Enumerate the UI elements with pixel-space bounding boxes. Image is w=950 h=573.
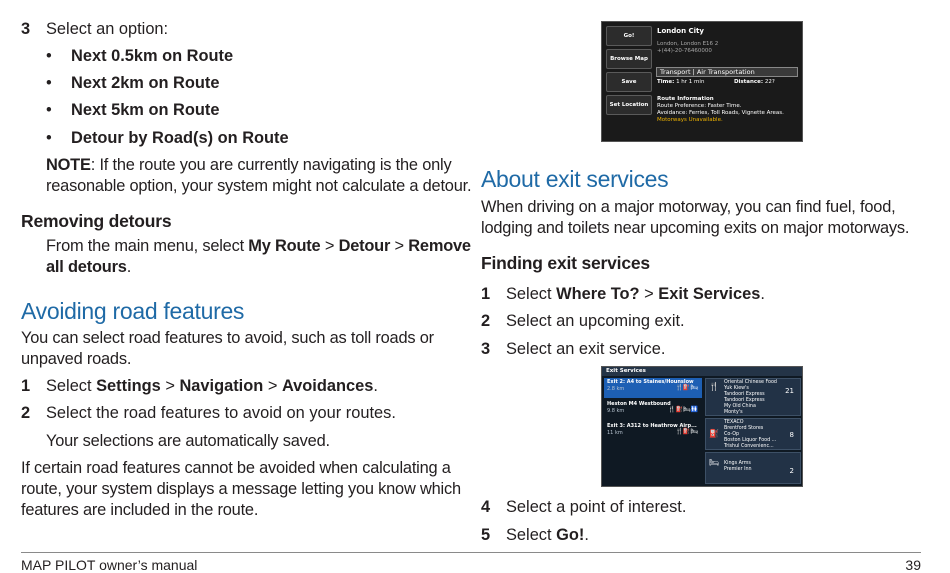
- exit-item[interactable]: Exit 2: A4 to Staines/Hounslow 2.8 km 🍴⛽…: [604, 378, 702, 398]
- about-exit-services-text: When driving on a major motorway, you ca…: [481, 198, 910, 237]
- note-paragraph: NOTE: If the route you are currently nav…: [46, 156, 472, 195]
- browse-map-button[interactable]: Browse Map: [606, 49, 652, 69]
- fuel-pump-icon: ⛽: [709, 429, 719, 438]
- location-phone: +(44)-20-76460000: [657, 48, 712, 54]
- exit-services-header: Exit Services: [602, 367, 802, 376]
- manual-title: MAP PILOT owner’s manual: [21, 557, 198, 573]
- time-distance: Time: 1 hr 1 min Distance: 22?: [657, 79, 775, 85]
- heading-finding-exit-services: Finding exit services: [481, 253, 650, 273]
- food-count: 21: [785, 387, 794, 395]
- exit-amenity-icons: 🍴⛽🛏: [675, 428, 698, 435]
- fuel-service-group[interactable]: ⛽ TEXACO Brentford Stores Co-Op Boston L…: [705, 418, 801, 450]
- exit-services-screenshot: Exit Services Exit 2: A4 to Staines/Houn…: [601, 366, 803, 487]
- page-footer: MAP PILOT owner’s manual 39: [21, 552, 921, 573]
- save-button[interactable]: Save: [606, 72, 652, 92]
- fuel-count: 8: [789, 431, 794, 439]
- exit-item[interactable]: Heston M4 Westbound 9.8 km 🍴⛽🛏🚻: [604, 400, 702, 420]
- location-details-screenshot: Go! Browse Map Save Set Location London …: [601, 21, 803, 142]
- avoiding-outro: If certain road features cannot be avoid…: [21, 459, 461, 519]
- location-name: London City: [657, 27, 704, 35]
- food-service-group[interactable]: 🍴 Oriental Chinese Food Yuk Kiew's Tando…: [705, 378, 801, 416]
- heading-about-exit-services: About exit services: [481, 166, 669, 192]
- lodging-count: 2: [789, 467, 794, 475]
- exit-amenity-icons: 🍴⛽🛏: [675, 384, 698, 391]
- lodging-service-group[interactable]: 🛏 Kings Arms Premier Inn 2: [705, 452, 801, 484]
- fork-knife-icon: 🍴: [709, 382, 719, 391]
- route-avoidance: Avoidance: Ferries, Toll Roads, Vignette…: [657, 110, 784, 116]
- bed-icon: 🛏: [709, 458, 720, 467]
- heading-avoiding-road-features: Avoiding road features: [21, 298, 245, 324]
- location-category: Transport | Air Transportation: [656, 67, 798, 77]
- avoiding-intro: You can select road features to avoid, s…: [21, 329, 434, 368]
- exit-amenity-icons: 🍴⛽🛏🚻: [667, 406, 698, 413]
- route-info-title: Route Information: [657, 96, 714, 102]
- removing-detours-text: From the main menu, select My Route > De…: [46, 237, 471, 276]
- location-address: London, London E16 2: [657, 41, 719, 47]
- page-number: 39: [905, 557, 921, 573]
- selections-saved: Your selections are automatically saved.: [46, 432, 330, 450]
- motorways-unavailable: Motorways Unavailable.: [657, 117, 723, 123]
- set-location-button[interactable]: Set Location: [606, 95, 652, 115]
- go-button[interactable]: Go!: [606, 26, 652, 46]
- heading-removing-detours: Removing detours: [21, 211, 172, 231]
- exit-item[interactable]: Exit 3: A312 to Heathrow Airp... 11 km 🍴…: [604, 422, 702, 442]
- route-preference: Route Preference: Faster Time.: [657, 103, 742, 109]
